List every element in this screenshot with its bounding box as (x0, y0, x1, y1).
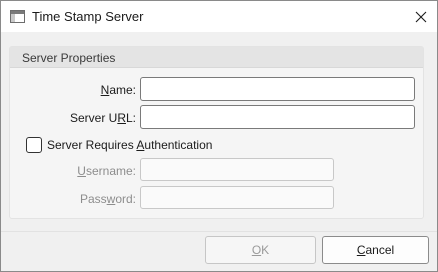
username-input[interactable] (140, 158, 334, 181)
server-url-label: Server URL: (69, 111, 136, 125)
server-requires-authentication-checkbox[interactable] (26, 137, 42, 153)
group-header: Server Properties (10, 47, 423, 68)
footer-separator (1, 231, 437, 232)
password-label: Password: (79, 192, 136, 206)
username-label: Username: (77, 164, 136, 178)
time-stamp-server-dialog: Time Stamp Server Server Properties Name… (0, 0, 438, 272)
name-label: Name: (100, 83, 136, 97)
title-bar: Time Stamp Server (1, 1, 437, 32)
window-icon (10, 10, 25, 23)
ok-button[interactable]: OK (205, 236, 316, 264)
authentication-checkbox-label[interactable]: Server Requires Authentication (47, 138, 212, 152)
close-button[interactable] (404, 1, 438, 32)
server-url-input[interactable] (140, 105, 415, 129)
cancel-button[interactable]: Cancel (322, 236, 429, 264)
window-title: Time Stamp Server (32, 9, 144, 24)
password-input[interactable] (140, 186, 334, 209)
name-input[interactable] (140, 77, 415, 101)
group-title: Server Properties (22, 51, 116, 65)
close-icon (415, 11, 427, 22)
